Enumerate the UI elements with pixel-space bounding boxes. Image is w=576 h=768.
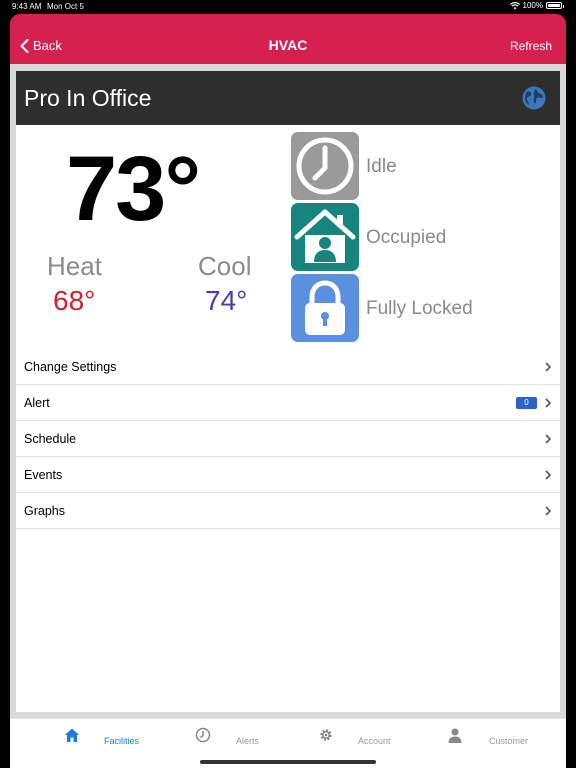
heat-setpoint: 68° xyxy=(53,285,96,316)
gear-icon xyxy=(320,729,332,741)
nav-bar: Back HVAC Refresh xyxy=(10,14,566,64)
content-area: Pro In Office 73° Heat 68° Cool 74° Idle xyxy=(10,64,566,718)
menu-item-events[interactable]: Events xyxy=(16,457,560,493)
occupied-status-tile xyxy=(291,203,359,271)
battery-percent: 100% xyxy=(522,1,543,10)
menu-item-label: Change Settings xyxy=(24,360,117,374)
refresh-button[interactable]: Refresh xyxy=(510,39,552,53)
tab-facilities[interactable]: Facilities xyxy=(64,719,154,768)
heat-label: Heat xyxy=(47,251,102,281)
chevron-right-icon xyxy=(545,434,552,444)
home-indicator xyxy=(200,760,376,764)
menu-item-label: Alert xyxy=(24,396,50,410)
alert-count-badge: 0 xyxy=(516,397,537,409)
battery-icon xyxy=(546,2,564,9)
page-title: HVAC xyxy=(268,37,308,53)
menu-item-label: Graphs xyxy=(24,504,65,518)
home-icon xyxy=(65,728,79,742)
person-icon xyxy=(448,728,462,743)
locked-status-label: Fully Locked xyxy=(366,298,473,319)
menu-item-schedule[interactable]: Schedule xyxy=(16,421,560,457)
chevron-right-icon xyxy=(545,506,552,516)
lock-icon xyxy=(305,280,345,335)
chevron-right-icon xyxy=(545,362,552,372)
status-date: Mon Oct 5 xyxy=(47,2,84,11)
globe-icon[interactable] xyxy=(522,86,546,110)
battery-fill xyxy=(548,4,560,7)
device-header: Pro In Office xyxy=(16,71,560,125)
menu-item-change-settings[interactable]: Change Settings xyxy=(16,349,560,385)
cool-setpoint: 74° xyxy=(205,285,248,316)
cool-label: Cool xyxy=(198,251,252,281)
idle-status-label: Idle xyxy=(366,156,397,177)
tab-label: Customer xyxy=(489,736,529,746)
chevron-right-icon xyxy=(545,470,552,480)
occupied-status-label: Occupied xyxy=(366,227,447,248)
wifi-icon xyxy=(509,1,520,9)
status-bar: 9:43 AM Mon Oct 5 100% xyxy=(0,0,576,14)
tab-customer[interactable]: Customer xyxy=(447,719,557,768)
current-temperature: 73° xyxy=(66,138,201,240)
menu-item-label: Events xyxy=(24,468,63,482)
status-time: 9:43 AM xyxy=(12,2,42,11)
menu-item-label: Schedule xyxy=(24,432,77,446)
device-name: Pro In Office xyxy=(24,85,152,111)
settings-menu: Change Settings Alert 0 Schedule Events xyxy=(16,349,560,529)
menu-item-alert[interactable]: Alert 0 xyxy=(16,385,560,421)
clock-icon xyxy=(296,137,354,195)
device-card: Pro In Office 73° Heat 68° Cool 74° Idle xyxy=(16,71,560,712)
idle-status-tile xyxy=(291,132,359,200)
menu-item-graphs[interactable]: Graphs xyxy=(16,493,560,529)
tab-label: Facilities xyxy=(104,736,140,746)
chevron-right-icon xyxy=(545,398,552,408)
tab-label: Account xyxy=(358,736,391,746)
tab-label: Alerts xyxy=(236,736,260,746)
clock-icon xyxy=(195,727,211,743)
locked-status-tile xyxy=(291,274,359,342)
status-right: 100% xyxy=(509,1,564,10)
house-person-icon xyxy=(294,209,356,263)
